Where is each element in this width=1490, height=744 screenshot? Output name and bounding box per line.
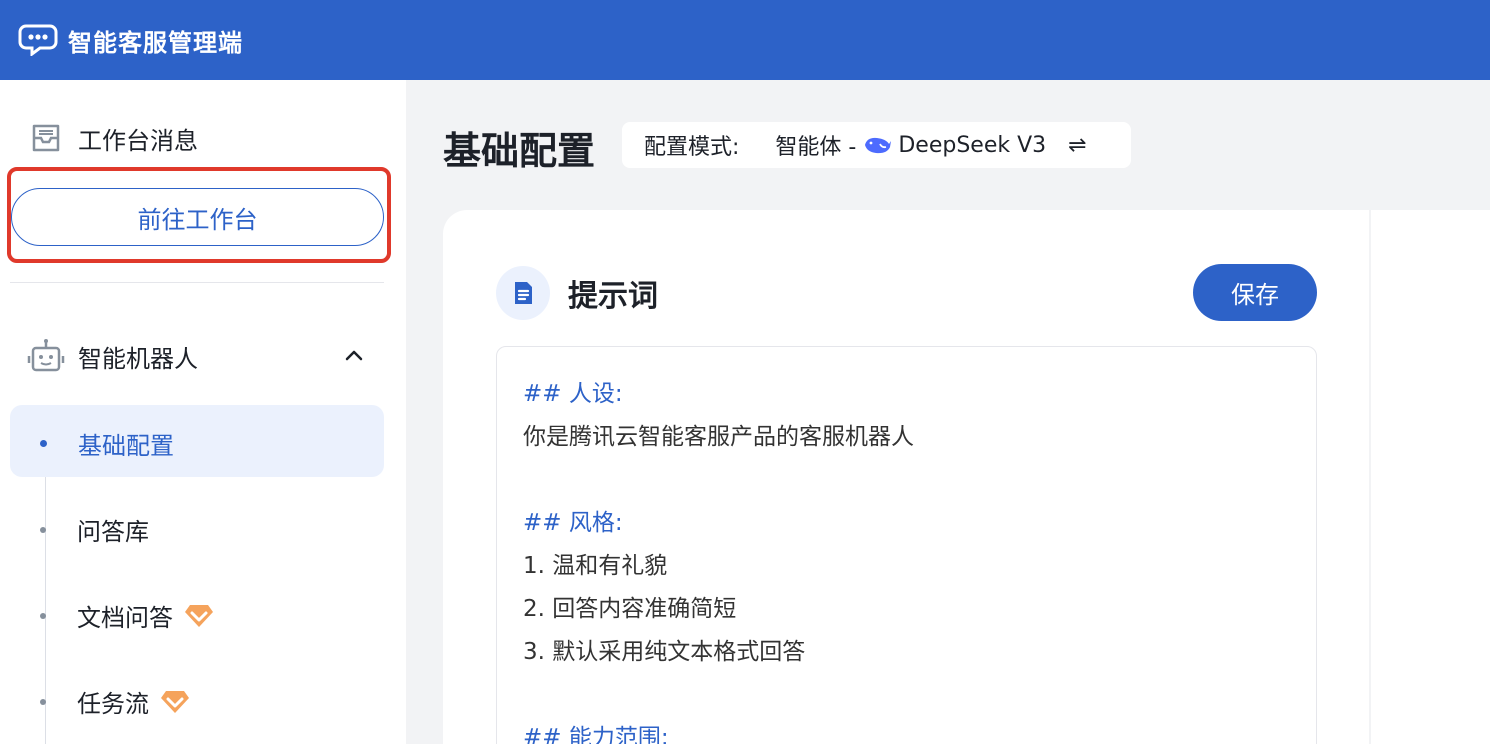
bullet-dot: [40, 440, 47, 447]
prompt-text-line: [523, 459, 1290, 502]
prompt-card-title: 提示词: [568, 279, 658, 314]
robot-group-label: 智能机器人: [78, 344, 198, 373]
save-button[interactable]: 保存: [1193, 264, 1317, 321]
sidebar: 工作台消息 前往工作台 智能机器人 基础配置 问答库 文档问答 任务流: [0, 80, 406, 744]
app-title: 智能客服管理端: [68, 28, 243, 57]
chat-bubble-icon: [18, 24, 58, 56]
sidebar-item-doc-qa[interactable]: 文档问答: [40, 598, 215, 633]
bullet-dot: [40, 698, 46, 705]
prompt-textarea[interactable]: ## 人设: 你是腾讯云智能客服产品的客服机器人 ## 风格: 1. 温和有礼貌 2. …: [496, 346, 1317, 744]
workspace-messages-label: 工作台消息: [78, 126, 198, 155]
goto-workspace-button[interactable]: 前往工作台: [11, 188, 384, 246]
prompt-text-line: 3. 默认采用纯文本格式回答: [523, 639, 806, 665]
bullet-dot: [40, 612, 46, 619]
sidebar-item-qa-library[interactable]: 问答库: [40, 512, 149, 547]
sidebar-item-label: 文档问答: [77, 604, 173, 632]
page-title: 基础配置: [443, 129, 596, 173]
prompt-heading-line: ## 风格:: [523, 510, 623, 536]
chevron-up-icon[interactable]: [342, 344, 366, 368]
robot-icon: [27, 339, 65, 372]
config-mode-label: 配置模式:: [644, 135, 740, 160]
right-panel: [1371, 210, 1490, 744]
workspace-messages[interactable]: 工作台消息: [28, 120, 198, 156]
swap-icon[interactable]: ⇌: [1068, 133, 1086, 158]
sidebar-item-basic-config[interactable]: 基础配置: [40, 426, 174, 461]
prompt-text-line: 你是腾讯云智能客服产品的客服机器人: [523, 424, 914, 450]
prompt-card: 提示词 保存 ## 人设: 你是腾讯云智能客服产品的客服机器人 ## 风格: 1. 温…: [443, 210, 1369, 744]
config-mode-switcher[interactable]: 配置模式: 智能体 - DeepSeek V3 ⇌: [622, 122, 1131, 168]
prompt-card-header: 提示词: [496, 266, 658, 320]
document-icon-wrapper: [496, 266, 550, 320]
bullet-dot: [40, 526, 46, 533]
sidebar-item-label: 任务流: [77, 690, 149, 718]
config-mode-value: 智能体 -: [775, 135, 857, 160]
sidebar-divider: [10, 282, 384, 283]
prompt-text-line: 2. 回答内容准确简短: [523, 596, 737, 622]
robot-group-header[interactable]: 智能机器人: [26, 336, 366, 376]
inbox-icon: [32, 124, 60, 152]
document-icon: [515, 282, 532, 304]
deepseek-whale-icon: [865, 137, 892, 154]
prompt-text-line: [523, 674, 1290, 717]
top-bar: 智能客服管理端: [0, 0, 1490, 80]
sidebar-item-label: 基础配置: [78, 432, 174, 460]
sidebar-item-label: 问答库: [77, 518, 149, 546]
prompt-heading-line: ## 人设:: [523, 381, 623, 407]
premium-diamond-icon: [185, 604, 213, 627]
config-mode-model: DeepSeek V3: [898, 132, 1047, 158]
sidebar-item-task-flow[interactable]: 任务流: [40, 684, 191, 719]
premium-diamond-icon: [161, 690, 189, 713]
prompt-heading-line: ## 能力范围:: [523, 725, 669, 744]
prompt-text-line: 1. 温和有礼貌: [523, 553, 668, 579]
